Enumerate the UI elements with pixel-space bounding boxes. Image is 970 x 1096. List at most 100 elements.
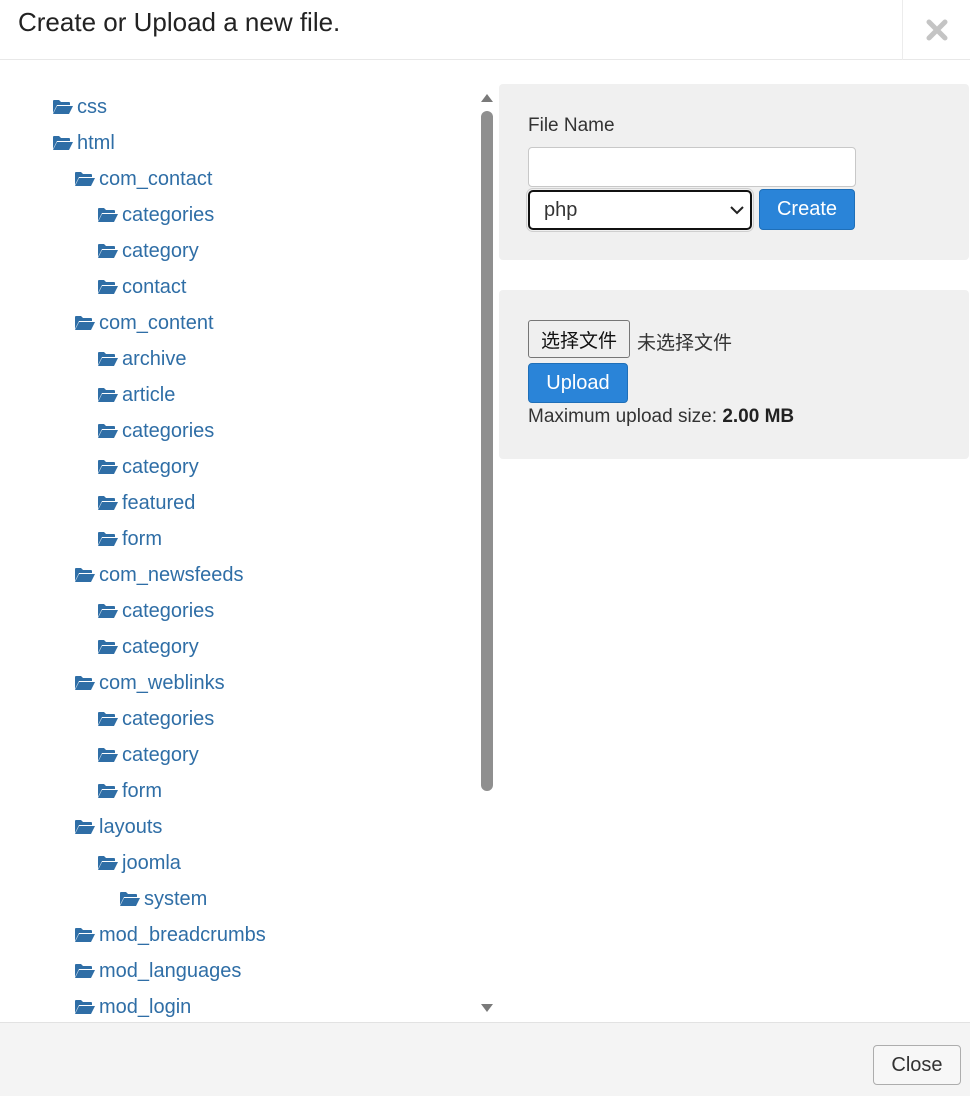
triangle-up-icon: [481, 93, 493, 102]
tree-folder-label: category: [122, 636, 199, 658]
chevron-down-icon: [730, 206, 744, 215]
tree-folder-item[interactable]: css: [0, 89, 478, 125]
tree-folder-item[interactable]: html: [0, 125, 478, 161]
tree-folder-item[interactable]: form: [0, 773, 478, 809]
create-button[interactable]: Create: [759, 189, 855, 230]
tree-folder-label: com_newsfeeds: [99, 564, 244, 586]
create-upload-modal: Create or Upload a new file. css html com_…: [0, 0, 970, 1096]
tree-folder-label: categories: [122, 708, 215, 730]
tree-folder-item[interactable]: com_content: [0, 305, 478, 341]
extension-select-value: php: [544, 198, 578, 221]
tree-folder-item[interactable]: article: [0, 377, 478, 413]
no-file-chosen-text: 未选择文件: [637, 332, 733, 354]
tree-folder-label: category: [122, 744, 199, 766]
folder-open-icon: [98, 784, 118, 798]
tree-folder-label: categories: [122, 420, 215, 442]
folder-open-icon: [98, 748, 118, 762]
tree-folder-label: category: [122, 240, 199, 262]
file-name-label: File Name: [528, 115, 615, 136]
tree-folder-item[interactable]: mod_languages: [0, 953, 478, 989]
tree-folder-item[interactable]: featured: [0, 485, 478, 521]
modal-footer: Close: [0, 1022, 970, 1096]
close-x-icon: [926, 19, 947, 41]
tree-folder-label: form: [122, 528, 162, 550]
modal-title: Create or Upload a new file.: [18, 7, 341, 37]
choose-file-button[interactable]: 选择文件: [528, 320, 630, 358]
tree-folder-item[interactable]: category: [0, 233, 478, 269]
tree-folder-item[interactable]: categories: [0, 593, 478, 629]
folder-open-icon: [98, 604, 118, 618]
tree-folder-label: mod_breadcrumbs: [99, 924, 266, 946]
tree-folder-item[interactable]: category: [0, 737, 478, 773]
tree-folder-label: contact: [122, 276, 187, 298]
folder-open-icon: [98, 532, 118, 546]
tree-folder-label: com_weblinks: [99, 672, 225, 694]
tree-folder-item[interactable]: categories: [0, 197, 478, 233]
folder-open-icon: [98, 208, 118, 222]
tree-folder-item[interactable]: categories: [0, 413, 478, 449]
tree-folder-item[interactable]: mod_login: [0, 989, 478, 1021]
folder-open-icon: [98, 640, 118, 654]
tree-folder-item[interactable]: category: [0, 629, 478, 665]
tree-folder-item[interactable]: archive: [0, 341, 478, 377]
tree-folder-label: html: [77, 132, 115, 154]
folder-open-icon: [75, 964, 95, 978]
tree-folder-label: archive: [122, 348, 187, 370]
max-upload-size: Maximum upload size: 2.00 MB: [528, 406, 794, 428]
file-name-input[interactable]: [528, 147, 856, 187]
close-button[interactable]: Close: [873, 1045, 961, 1085]
folder-open-icon: [53, 100, 73, 114]
folder-open-icon: [120, 892, 140, 906]
tree-folder-item[interactable]: system: [0, 881, 478, 917]
tree-folder-item[interactable]: layouts: [0, 809, 478, 845]
folder-open-icon: [75, 172, 95, 186]
tree-scrollbar[interactable]: [478, 89, 496, 1021]
folder-open-icon: [98, 856, 118, 870]
folder-tree: css html com_contact categories category cont…: [0, 89, 478, 1021]
modal-body: css html com_contact categories category cont…: [0, 61, 970, 1022]
tree-folder-label: layouts: [99, 816, 163, 838]
upload-button[interactable]: Upload: [528, 363, 628, 403]
tree-folder-item[interactable]: com_contact: [0, 161, 478, 197]
tree-folder-item[interactable]: com_newsfeeds: [0, 557, 478, 593]
folder-open-icon: [98, 424, 118, 438]
tree-folder-label: css: [77, 96, 107, 118]
folder-open-icon: [98, 496, 118, 510]
tree-folder-label: joomla: [122, 852, 181, 874]
folder-open-icon: [75, 316, 95, 330]
folder-tree-list: css html com_contact categories category cont…: [0, 89, 478, 1021]
tree-folder-item[interactable]: joomla: [0, 845, 478, 881]
tree-folder-label: com_contact: [99, 168, 213, 190]
max-upload-size-value: 2.00 MB: [722, 406, 795, 427]
folder-open-icon: [98, 280, 118, 294]
tree-folder-item[interactable]: form: [0, 521, 478, 557]
tree-folder-item[interactable]: category: [0, 449, 478, 485]
tree-folder-label: featured: [122, 492, 196, 514]
tree-folder-label: mod_login: [99, 996, 192, 1018]
tree-folder-item[interactable]: mod_breadcrumbs: [0, 917, 478, 953]
scroll-up-arrow[interactable]: [481, 91, 493, 103]
triangle-down-icon: [481, 1003, 493, 1012]
tree-folder-label: com_content: [99, 312, 214, 334]
tree-folder-label: mod_languages: [99, 960, 242, 982]
folder-open-icon: [75, 568, 95, 582]
tree-folder-item[interactable]: com_weblinks: [0, 665, 478, 701]
tree-folder-item[interactable]: categories: [0, 701, 478, 737]
folder-open-icon: [75, 820, 95, 834]
create-file-panel: File Name php Create: [499, 84, 969, 260]
tree-folder-label: categories: [122, 204, 215, 226]
scroll-down-arrow[interactable]: [481, 1002, 493, 1014]
max-upload-size-label: Maximum upload size:: [528, 406, 718, 427]
folder-open-icon: [98, 352, 118, 366]
close-x-button[interactable]: [902, 0, 970, 60]
tree-folder-label: article: [122, 384, 176, 406]
tree-folder-label: form: [122, 780, 162, 802]
folder-open-icon: [98, 244, 118, 258]
extension-select[interactable]: php: [526, 188, 754, 232]
folder-open-icon: [53, 136, 73, 150]
folder-open-icon: [75, 928, 95, 942]
tree-folder-item[interactable]: contact: [0, 269, 478, 305]
tree-folder-label: system: [144, 888, 208, 910]
scroll-thumb[interactable]: [481, 111, 493, 791]
folder-open-icon: [98, 712, 118, 726]
